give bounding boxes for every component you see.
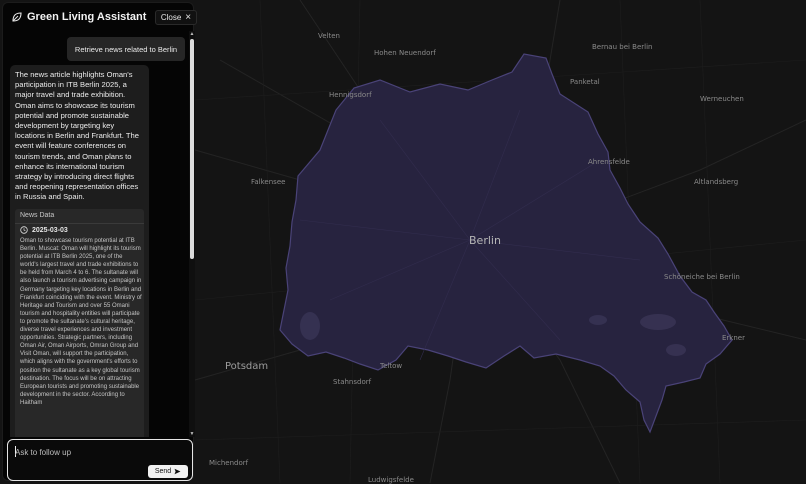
- assistant-panel: Green Living Assistant Close × Retrieve …: [2, 2, 197, 481]
- news-card-label: News Data: [20, 212, 55, 219]
- user-message: Retrieve news related to Berlin: [67, 37, 185, 61]
- chat-scrollbar[interactable]: ▲ ▼: [189, 31, 195, 437]
- place-label-potsdam: Potsdam: [225, 361, 269, 372]
- news-date: 2025-03-03: [20, 226, 68, 234]
- scrollbar-thumb[interactable]: [190, 39, 194, 259]
- place-label-bernau: Bernau bei Berlin: [592, 43, 653, 51]
- place-label-schoneiche: Schöneiche bei Berlin: [664, 273, 740, 281]
- scroll-down-arrow-icon[interactable]: ▼: [189, 431, 195, 437]
- close-button[interactable]: Close ×: [155, 10, 197, 25]
- assistant-reply-text: The news article highlights Oman's parti…: [15, 70, 139, 202]
- place-label-hohen-neuendorf: Hohen Neuendorf: [374, 49, 436, 57]
- news-date-text: 2025-03-03: [32, 226, 68, 234]
- place-label-falkensee: Falkensee: [251, 178, 286, 186]
- city-label-berlin: Berlin: [469, 234, 501, 247]
- clock-icon: [20, 226, 28, 234]
- place-label-altlandsberg: Altlandsberg: [694, 178, 739, 186]
- follow-up-composer: Send: [7, 439, 193, 481]
- place-label-werneuchen: Werneuchen: [700, 95, 744, 103]
- news-body-text: Oman to showcase tourism potential at IT…: [20, 238, 142, 406]
- send-button[interactable]: Send: [148, 465, 188, 478]
- divider: [15, 223, 144, 224]
- place-label-panketal: Panketal: [570, 78, 600, 86]
- news-card: News Data 2025-03-03 Oman to showcase to…: [15, 209, 144, 437]
- panel-title: Green Living Assistant: [27, 11, 147, 23]
- close-button-label: Close: [160, 13, 182, 22]
- place-label-velten: Velten: [318, 32, 340, 40]
- send-button-label: Send: [154, 468, 172, 475]
- scroll-up-arrow-icon[interactable]: ▲: [189, 31, 195, 37]
- panel-header: Green Living Assistant Close ×: [9, 9, 197, 27]
- place-label-erkner: Erkner: [722, 334, 745, 342]
- place-label-michendorf: Michendorf: [209, 459, 249, 467]
- place-label-hennigsdorf: Hennigsdorf: [329, 91, 372, 99]
- follow-up-input[interactable]: [15, 445, 187, 459]
- place-label-teltow: Teltow: [380, 362, 403, 370]
- leaf-icon: [12, 12, 22, 22]
- place-label-stahnsdorf: Stahnsdorf: [333, 378, 372, 386]
- send-icon: [174, 468, 181, 475]
- place-label-ahrensfelde: Ahrensfelde: [588, 158, 630, 166]
- assistant-message: The news article highlights Oman's parti…: [10, 65, 149, 437]
- close-icon: ×: [185, 11, 192, 23]
